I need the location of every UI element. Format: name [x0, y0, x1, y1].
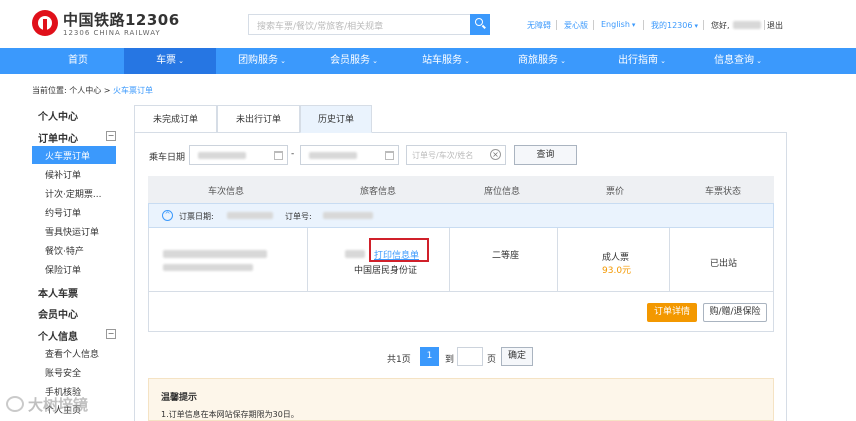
order-date-label: 订票日期: — [179, 212, 214, 221]
col-seat-info: 席位信息 — [484, 187, 521, 197]
sidebar-item-train-orders[interactable]: 火车票订单 — [32, 146, 116, 164]
sidebar-item-insurance-orders[interactable]: 保险订单 — [45, 263, 81, 276]
sidebar-item-view-profile[interactable]: 查看个人信息 — [45, 347, 99, 360]
passenger-name-redacted — [345, 250, 365, 258]
chevron-down-icon: ⌄ — [756, 57, 762, 65]
table-row: 中国居民身份证 二等座 成人票 93.0元 已出站 — [148, 228, 774, 292]
nav-travel-guide[interactable]: 出行指南 ⌄ — [596, 48, 688, 74]
ticket-type: 成人票 — [602, 253, 630, 263]
order-no-label: 订单号: — [285, 212, 312, 221]
sidebar-item-account-security[interactable]: 账号安全 — [45, 366, 81, 379]
col-passenger-info: 旅客信息 — [360, 187, 397, 197]
language-select[interactable]: English ▾ — [601, 20, 635, 29]
nav-home[interactable]: 首页 — [32, 48, 124, 74]
nav-tickets[interactable]: 车票 ⌄ — [124, 48, 216, 74]
collapse-icon[interactable]: − — [106, 131, 116, 141]
watermark: 大树培镜 — [28, 396, 89, 414]
tips-panel: 温馨提示 1.订单信息在本网站保存期限为30日。 — [148, 378, 774, 421]
chevron-down-icon: ⌄ — [280, 57, 286, 65]
header: 中国铁路12306 12306 CHINA RAILWAY 搜索车票/餐饮/常旅… — [0, 0, 856, 48]
ticket-price: 93.0元 — [602, 266, 632, 276]
breadcrumb: 当前位置: 个人中心 > 火车票订单 — [32, 86, 154, 95]
col-ticket-status: 车票状态 — [705, 187, 742, 197]
col-train-info: 车次信息 — [208, 187, 245, 197]
watermark-icon — [6, 396, 24, 412]
clear-icon[interactable]: × — [490, 149, 501, 160]
chevron-down-icon: ⌄ — [464, 57, 470, 65]
logo-subtitle: 12306 CHINA RAILWAY — [63, 29, 161, 37]
tips-line: 1.订单信息在本网站保存期限为30日。 — [161, 410, 299, 419]
train-info-redacted — [163, 250, 267, 258]
care-mode-link[interactable]: 爱心版 — [564, 20, 588, 31]
table-header: 车次信息 旅客信息 席位信息 票价 车票状态 — [148, 176, 774, 203]
nav-business-service[interactable]: 商旅服务 ⌄ — [496, 48, 588, 74]
sidebar-item-food-specialty[interactable]: 餐饮·特产 — [45, 244, 84, 257]
search-input[interactable]: 搜索车票/餐饮/常旅客/相关规章 — [248, 14, 470, 35]
nav-group-service[interactable]: 团购服务 ⌄ — [216, 48, 308, 74]
greeting: 您好, — [711, 21, 730, 30]
col-price: 票价 — [606, 187, 625, 197]
sidebar-personal-info[interactable]: 个人信息 — [38, 328, 78, 343]
sidebar-item-waitlist-orders[interactable]: 候补订单 — [45, 168, 81, 181]
id-type: 中国居民身份证 — [354, 266, 418, 276]
page-confirm-button[interactable]: 确定 — [501, 347, 533, 366]
tab-unfinished[interactable]: 未完成订单 — [134, 105, 217, 133]
page-input[interactable] — [457, 347, 483, 366]
goto-label: 到 — [445, 355, 455, 365]
collapse-icon[interactable]: − — [106, 329, 116, 339]
order-summary-row[interactable]: ^ 订票日期: 订单号: — [148, 203, 774, 228]
tips-title: 温馨提示 — [161, 393, 198, 403]
sidebar-order-center[interactable]: 订单中心 — [38, 130, 78, 145]
logo-title[interactable]: 中国铁路12306 — [63, 9, 180, 30]
chevron-down-icon: ▾ — [631, 21, 636, 29]
accessible-link[interactable]: 无障碍 — [527, 20, 551, 31]
highlight-box — [369, 238, 429, 262]
nav-station-service[interactable]: 站车服务 ⌄ — [400, 48, 492, 74]
ticket-status: 已出站 — [710, 259, 738, 269]
chevron-down-icon: ⌄ — [660, 57, 666, 65]
page-current[interactable]: 1 — [420, 347, 439, 366]
main-nav: 首页 车票 ⌄ 团购服务 ⌄ 会员服务 ⌄ 站车服务 ⌄ 商旅服务 ⌄ 出行指南… — [0, 48, 856, 74]
start-date-input[interactable] — [189, 145, 288, 165]
logout-link[interactable]: 退出 — [767, 20, 783, 31]
page-label: 页 — [487, 355, 497, 365]
query-button[interactable]: 查询 — [514, 145, 577, 165]
my12306-menu[interactable]: 我的12306 ▾ — [651, 20, 698, 31]
tab-history[interactable]: 历史订单 — [300, 105, 372, 133]
nav-member-service[interactable]: 会员服务 ⌄ — [308, 48, 400, 74]
calendar-icon[interactable] — [385, 151, 394, 160]
chevron-down-icon: ⌄ — [178, 57, 184, 65]
chevron-down-icon: ▾ — [694, 22, 698, 30]
sidebar-item-period-tickets[interactable]: 计次·定期票... — [45, 187, 101, 200]
breadcrumb-parent[interactable]: 个人中心 > — [69, 86, 110, 95]
sidebar-personal-center[interactable]: 个人中心 — [38, 108, 78, 123]
order-detail-button[interactable]: 订单详情 — [647, 303, 697, 322]
sidebar-my-tickets[interactable]: 本人车票 — [38, 285, 78, 300]
sidebar-member-center[interactable]: 会员中心 — [38, 306, 78, 321]
username-redacted — [733, 21, 761, 29]
railway-logo-icon[interactable] — [32, 10, 58, 36]
sidebar-item-reservation-orders[interactable]: 约号订单 — [45, 206, 81, 219]
search-button[interactable] — [470, 14, 490, 35]
nav-info-query[interactable]: 信息查询 ⌄ — [692, 48, 784, 74]
breadcrumb-current: 火车票订单 — [113, 86, 154, 95]
sidebar-item-ski-express[interactable]: 雪具快运订单 — [45, 225, 99, 238]
end-date-input[interactable] — [300, 145, 399, 165]
calendar-icon[interactable] — [274, 151, 283, 160]
total-pages: 共1页 — [387, 355, 411, 365]
chevron-down-icon: ⌄ — [372, 57, 378, 65]
tab-not-traveled[interactable]: 未出行订单 — [217, 105, 300, 133]
insurance-button[interactable]: 购/赠/退保险 — [703, 303, 767, 322]
seat-type: 二等座 — [492, 251, 520, 261]
expand-icon[interactable]: ^ — [162, 210, 173, 221]
date-label: 乘车日期 — [149, 153, 186, 163]
chevron-down-icon: ⌄ — [560, 57, 566, 65]
